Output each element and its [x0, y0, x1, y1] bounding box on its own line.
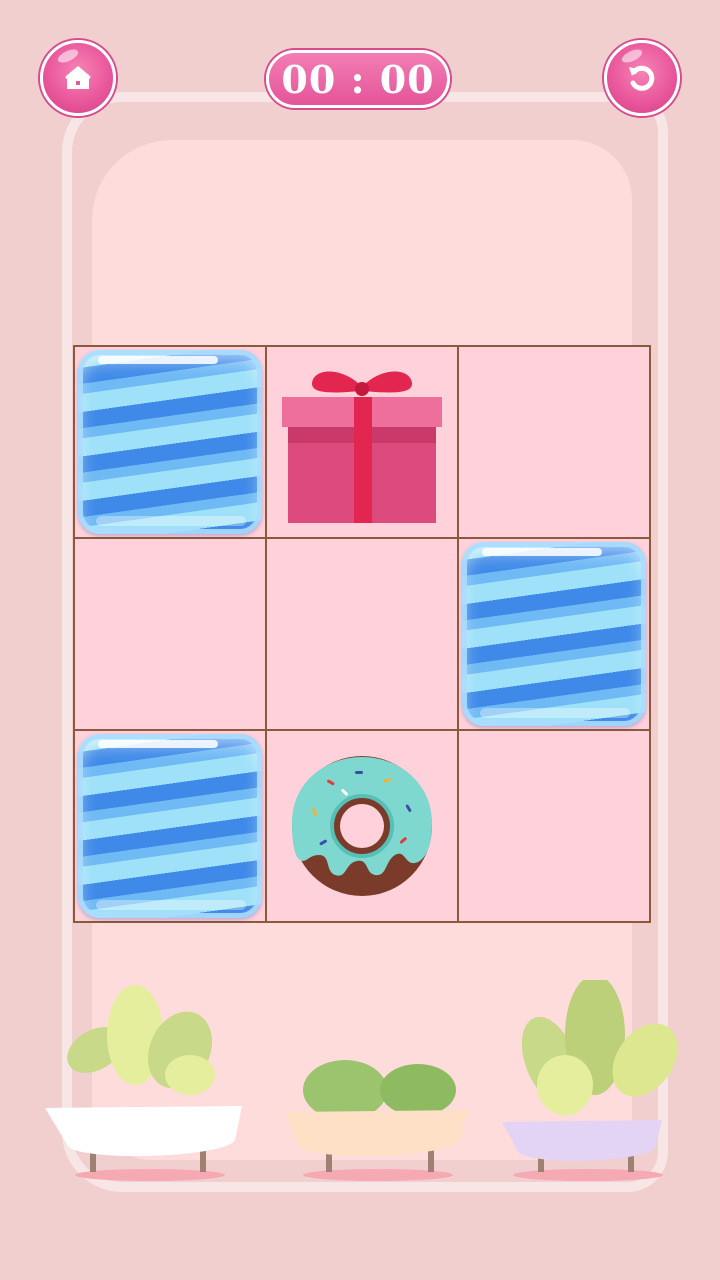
timer-text: 00 : 00 — [281, 56, 435, 102]
board-cell-r2c1[interactable] — [74, 538, 266, 730]
board-cell-r3c3[interactable] — [458, 730, 650, 922]
water-block-tile[interactable] — [78, 734, 262, 918]
board-cell-r2c3[interactable] — [458, 538, 650, 730]
board-cell-r2c2[interactable] — [266, 538, 458, 730]
donut-tile[interactable] — [287, 751, 437, 901]
water-block-tile[interactable] — [78, 350, 262, 534]
board-cell-r3c1[interactable] — [74, 730, 266, 922]
plant-pot-lavender — [502, 975, 678, 1181]
decorative-plants — [0, 975, 720, 1200]
gift-box-tile[interactable] — [274, 357, 450, 527]
board-cell-r1c2[interactable] — [266, 346, 458, 538]
home-button[interactable] — [40, 40, 116, 116]
timer-display: 00 : 00 — [266, 50, 450, 108]
restart-button[interactable] — [604, 40, 680, 116]
plant-pot-peach — [285, 1060, 468, 1181]
board-cell-r3c2[interactable] — [266, 730, 458, 922]
board-cell-r1c1[interactable] — [74, 346, 266, 538]
water-block-tile[interactable] — [462, 542, 646, 726]
game-board — [73, 345, 651, 923]
restart-icon — [629, 65, 655, 91]
home-icon — [65, 66, 91, 89]
board-cell-r1c3[interactable] — [458, 346, 650, 538]
plant-pot-white — [45, 985, 242, 1181]
